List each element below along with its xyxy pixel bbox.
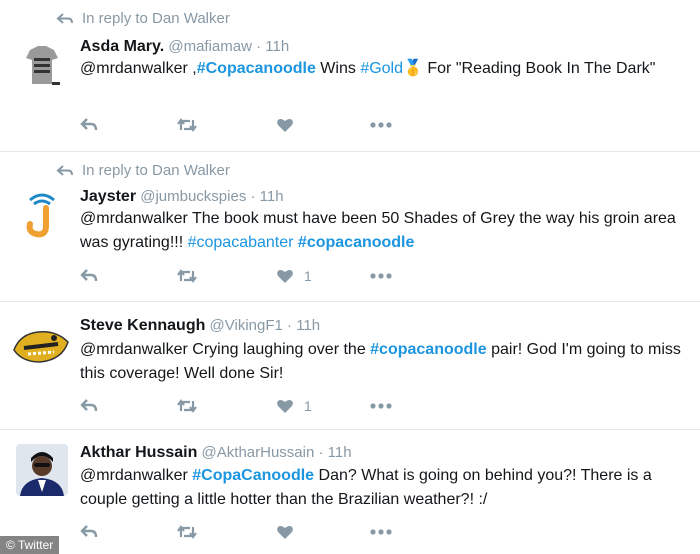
tweet: Steve Kennaugh @VikingF1 · 11h @mrdanwal… (0, 302, 700, 430)
timestamp[interactable]: 11h (265, 38, 289, 55)
separator: · (318, 444, 324, 461)
mention-link[interactable]: @mrdanwalker (80, 210, 188, 227)
reply-button[interactable] (80, 268, 98, 284)
reply-context[interactable]: In reply to Dan Walker (56, 162, 230, 179)
retweet-button[interactable] (176, 398, 198, 414)
separator: · (256, 38, 262, 55)
more-button[interactable] (370, 529, 392, 535)
like-button[interactable] (276, 524, 294, 540)
reply-button[interactable] (80, 398, 98, 414)
avatar[interactable] (10, 320, 72, 372)
username[interactable]: @VikingF1 (210, 317, 283, 334)
hashtag-link[interactable]: #Gold (360, 60, 403, 77)
text-segment: , (187, 60, 197, 77)
reply-context-label: In reply to Dan Walker (82, 162, 230, 179)
reply-button[interactable] (80, 117, 98, 133)
medal-emoji: 🥇 (403, 60, 423, 77)
mention-link[interactable]: @mrdanwalker (80, 341, 188, 358)
like-icon (276, 524, 294, 540)
timestamp[interactable]: 11h (260, 188, 284, 205)
like-icon (276, 117, 294, 133)
mention-link[interactable]: @mrdanwalker (80, 60, 188, 77)
reply-arrow-icon (56, 12, 73, 24)
display-name[interactable]: Asda Mary. (80, 38, 164, 55)
reply-context[interactable]: In reply to Dan Walker (56, 10, 230, 27)
tweet: In reply to Dan Walker Asda Mary. @mafia… (0, 0, 700, 152)
tweet: In reply to Dan Walker Jayster @jumbucks… (0, 152, 700, 302)
hashtag-link[interactable]: #copacabanter (188, 234, 294, 251)
like-icon (276, 398, 294, 414)
more-button[interactable] (370, 403, 392, 409)
display-name[interactable]: Steve Kennaugh (80, 317, 205, 334)
timestamp[interactable]: 11h (328, 444, 352, 461)
retweet-icon (176, 524, 198, 540)
reply-icon (80, 524, 98, 540)
like-count: 1 (304, 398, 312, 414)
text-segment: Wins (315, 60, 361, 77)
hashtag-link[interactable]: #Copacanoodle (197, 60, 316, 77)
reply-arrow-icon (56, 164, 73, 176)
tweet-text: @mrdanwalker ,#Copacanoodle Wins #Gold🥇 … (80, 57, 692, 81)
retweet-button[interactable] (176, 524, 198, 540)
more-icon (370, 122, 392, 128)
tweet-header: Steve Kennaugh @VikingF1 · 11h (80, 317, 320, 335)
username[interactable]: @AktharHussain (202, 444, 315, 461)
tweet-text: @mrdanwalker The book must have been 50 … (80, 207, 692, 255)
display-name[interactable]: Jayster (80, 188, 136, 205)
like-button[interactable]: 1 (276, 268, 312, 284)
reply-icon (80, 268, 98, 284)
retweet-icon (176, 268, 198, 284)
text-segment: For "Reading Book In The Dark" (422, 60, 656, 77)
avatar[interactable] (16, 188, 68, 240)
retweet-button[interactable] (176, 268, 198, 284)
text-segment: Crying laughing over the (187, 341, 371, 358)
mention-link[interactable]: @mrdanwalker (80, 467, 188, 484)
reply-context-label: In reply to Dan Walker (82, 10, 230, 27)
tweet-header: Asda Mary. @mafiamaw · 11h (80, 38, 289, 56)
tweet-text: @mrdanwalker #CopaCanoodle Dan? What is … (80, 464, 692, 512)
more-icon (370, 403, 392, 409)
hashtag-link[interactable]: #CopaCanoodle (192, 467, 314, 484)
hashtag-link[interactable]: #copacanoodle (298, 234, 414, 251)
avatar[interactable] (16, 38, 68, 90)
tweet-header: Akthar Hussain @AktharHussain · 11h (80, 444, 352, 462)
reply-icon (80, 398, 98, 414)
retweet-button[interactable] (176, 117, 198, 133)
hashtag-link[interactable]: #copacanoodle (370, 341, 486, 358)
separator: · (287, 317, 293, 334)
timestamp[interactable]: 11h (296, 317, 320, 334)
separator: · (250, 188, 256, 205)
avatar[interactable] (16, 444, 68, 496)
more-icon (370, 529, 392, 535)
tweet-header: Jayster @jumbuckspies · 11h (80, 188, 284, 206)
like-button[interactable] (276, 117, 294, 133)
reply-button[interactable] (80, 524, 98, 540)
retweet-icon (176, 117, 198, 133)
display-name[interactable]: Akthar Hussain (80, 444, 197, 461)
tweet: Akthar Hussain @AktharHussain · 11h @mrd… (0, 430, 700, 554)
more-icon (370, 273, 392, 279)
like-icon (276, 268, 294, 284)
tweet-text: @mrdanwalker Crying laughing over the #c… (80, 338, 692, 386)
more-button[interactable] (370, 273, 392, 279)
retweet-icon (176, 398, 198, 414)
image-credit: © Twitter (0, 536, 60, 554)
like-count: 1 (304, 268, 312, 284)
like-button[interactable]: 1 (276, 398, 312, 414)
reply-icon (80, 117, 98, 133)
username[interactable]: @jumbuckspies (140, 188, 246, 205)
more-button[interactable] (370, 122, 392, 128)
username[interactable]: @mafiamaw (168, 38, 252, 55)
